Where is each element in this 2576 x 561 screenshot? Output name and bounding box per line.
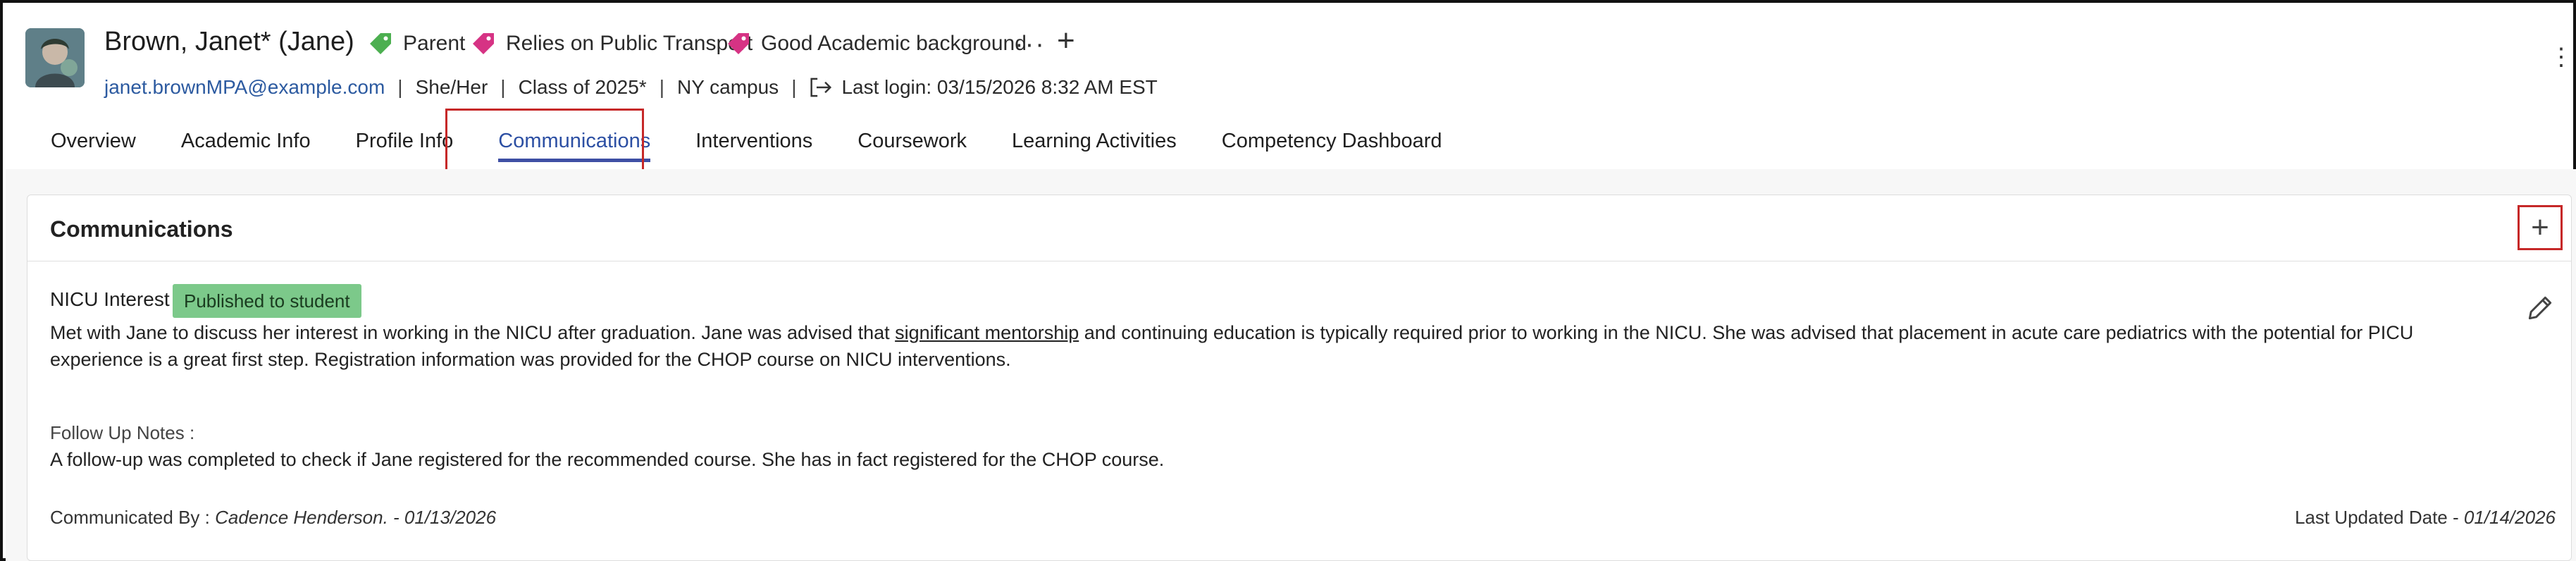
tag-academic-background[interactable]: Good Academic background xyxy=(726,30,1027,58)
more-tags-button[interactable]: ··· xyxy=(1015,30,1046,60)
divider: | xyxy=(659,76,664,98)
student-meta: janet.brownMPA@example.com | She/Her | C… xyxy=(104,73,1158,101)
tab-competency-dashboard[interactable]: Competency Dashboard xyxy=(1199,124,1465,168)
communications-card: Communications + NICU Interest Published… xyxy=(27,195,2572,561)
tab-bar: Overview Academic Info Profile Info Comm… xyxy=(28,124,1465,168)
communication-title: NICU Interest xyxy=(50,288,170,310)
tab-coursework[interactable]: Coursework xyxy=(835,124,989,168)
divider: | xyxy=(791,76,797,98)
email-link[interactable]: janet.brownMPA@example.com xyxy=(104,76,385,99)
login-icon xyxy=(810,78,832,97)
last-updated-label: Last Updated Date - xyxy=(2294,507,2464,528)
class-year: Class of 2025* xyxy=(518,76,647,98)
pronouns: She/Her xyxy=(415,76,488,98)
card-header: Communications + xyxy=(27,195,2571,261)
tag-parent[interactable]: Parent xyxy=(368,30,465,58)
student-header: Brown, Janet* (Jane) Parent Relies on Pu… xyxy=(3,3,2573,175)
app-window: Brown, Janet* (Jane) Parent Relies on Pu… xyxy=(0,0,2576,561)
tag-public-transport[interactable]: Relies on Public Transport xyxy=(471,30,753,58)
followup-text: A follow-up was completed to check if Ja… xyxy=(50,449,1165,470)
last-updated: Last Updated Date - 01/14/2026 xyxy=(2295,507,2556,529)
tab-academic-info[interactable]: Academic Info xyxy=(159,124,333,168)
tab-learning-activities[interactable]: Learning Activities xyxy=(989,124,1199,168)
tag-label: Relies on Public Transport xyxy=(506,32,753,55)
last-login: Last login: 03/15/2026 8:32 AM EST xyxy=(841,76,1158,98)
mentorship-link[interactable]: significant mentorship xyxy=(895,322,1079,343)
communicated-by: Communicated By : Cadence Henderson. - 0… xyxy=(50,507,496,529)
add-communication-button[interactable]: + xyxy=(2518,205,2563,250)
communicated-by-value: Cadence Henderson. - 01/13/2026 xyxy=(215,507,497,528)
avatar xyxy=(25,28,85,87)
divider: | xyxy=(397,76,403,98)
add-tag-button[interactable]: + xyxy=(1057,25,1075,56)
student-name: Brown, Janet* (Jane) xyxy=(104,27,354,56)
tab-interventions[interactable]: Interventions xyxy=(673,124,835,168)
active-tab-highlight xyxy=(445,109,644,175)
last-updated-value: 01/14/2026 xyxy=(2463,507,2556,528)
communication-description: Met with Jane to discuss her interest in… xyxy=(50,319,2432,373)
pencil-icon[interactable] xyxy=(2525,292,2556,323)
followup-label: Follow Up Notes : xyxy=(50,422,195,443)
tag-icon xyxy=(370,33,391,54)
tab-overview[interactable]: Overview xyxy=(28,124,159,168)
divider: | xyxy=(500,76,506,98)
status-badge: Published to student xyxy=(173,284,361,318)
communicated-by-label: Communicated By : xyxy=(50,507,216,528)
tag-label: Good Academic background xyxy=(761,32,1027,55)
description-text: Met with Jane to discuss her interest in… xyxy=(50,322,896,343)
section-title: Communications xyxy=(50,216,233,242)
campus: NY campus xyxy=(676,76,779,98)
tag-label: Parent xyxy=(403,32,466,55)
kebab-menu-icon[interactable]: ⋮ xyxy=(2549,45,2573,69)
tag-icon xyxy=(728,33,749,54)
tag-icon xyxy=(473,33,494,54)
